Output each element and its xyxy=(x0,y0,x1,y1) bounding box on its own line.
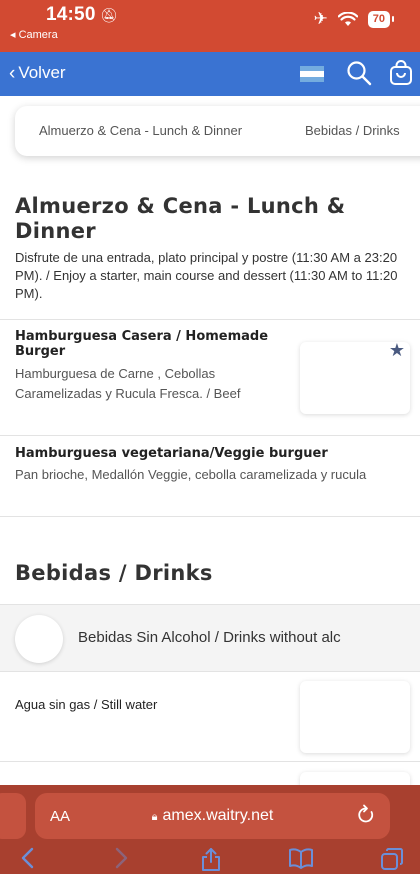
wifi-icon xyxy=(337,11,358,27)
status-icons: ✈ 70 xyxy=(313,9,395,28)
item-name: Agua sin gas / Still water xyxy=(15,697,158,712)
status-time: 14:50 xyxy=(46,4,96,25)
share-icon[interactable] xyxy=(200,847,222,874)
bell-slash-icon: 🔕︎ xyxy=(100,7,118,23)
back-arrow-icon[interactable] xyxy=(20,847,36,874)
back-to-app-link[interactable]: ◂ Camera xyxy=(10,28,58,41)
back-button[interactable]: ‹ Volver xyxy=(9,63,66,83)
airplane-icon: ✈ xyxy=(313,9,328,28)
browser-toolbar: AA 🔒︎ amex.waitry.net xyxy=(0,785,420,874)
tabs-icon[interactable] xyxy=(380,847,404,874)
shopping-bag-icon[interactable] xyxy=(389,60,413,91)
flag-argentina-icon[interactable] xyxy=(300,66,324,82)
url-display: 🔒︎ amex.waitry.net xyxy=(35,807,390,825)
item-image xyxy=(300,681,410,753)
item-description: Hamburguesa de Carne , Cebollas Carameli… xyxy=(15,366,241,401)
subcategory-image xyxy=(15,615,63,663)
menu-item-homemade-burger[interactable]: Hamburguesa Casera / Homemade Burger Ham… xyxy=(0,319,420,435)
item-name: Hamburguesa vegetariana/Veggie burguer xyxy=(15,446,328,461)
category-tabs: Almuerzo & Cena - Lunch & Dinner Bebidas… xyxy=(15,106,420,156)
address-bar[interactable]: AA 🔒︎ amex.waitry.net xyxy=(35,793,390,839)
nav-bar: ‹ Volver xyxy=(0,52,420,96)
search-icon[interactable] xyxy=(346,60,372,91)
chevron-left-icon: ‹ xyxy=(9,62,16,84)
section-title-lunch-dinner: Almuerzo & Cena - Lunch & Dinner xyxy=(15,194,346,243)
section-title-drinks: Bebidas / Drinks xyxy=(15,561,213,585)
menu-item-veggie-burger[interactable]: Hamburguesa vegetariana/Veggie burguer P… xyxy=(0,435,420,517)
url-text: amex.waitry.net xyxy=(162,807,274,824)
subcategory-non-alcoholic[interactable]: Bebidas Sin Alcohol / Drinks without alc xyxy=(0,604,420,672)
subcategory-label: Bebidas Sin Alcohol / Drinks without alc xyxy=(78,629,341,646)
previous-tab[interactable] xyxy=(0,793,26,839)
menu-item-still-water[interactable]: Agua sin gas / Still water xyxy=(0,672,420,762)
star-icon: ★ xyxy=(388,340,405,360)
tab-drinks[interactable]: Bebidas / Drinks xyxy=(305,123,400,138)
item-name: Hamburguesa Casera / Homemade Burger xyxy=(15,329,269,359)
section-description: Disfrute de una entrada, plato principal… xyxy=(15,250,398,301)
reload-icon[interactable] xyxy=(356,804,376,831)
item-description: Pan brioche, Medallón Veggie, cebolla ca… xyxy=(15,467,367,482)
status-bar: 14:50 🔕︎ ◂ Camera ✈ 70 xyxy=(0,0,420,52)
forward-arrow-icon[interactable] xyxy=(113,847,129,874)
battery-indicator: 70 xyxy=(367,10,395,28)
lock-icon: 🔒︎ xyxy=(151,811,158,823)
tab-lunch-dinner[interactable]: Almuerzo & Cena - Lunch & Dinner xyxy=(39,123,242,138)
bookmarks-icon[interactable] xyxy=(288,847,314,874)
back-button-label: Volver xyxy=(18,63,66,82)
